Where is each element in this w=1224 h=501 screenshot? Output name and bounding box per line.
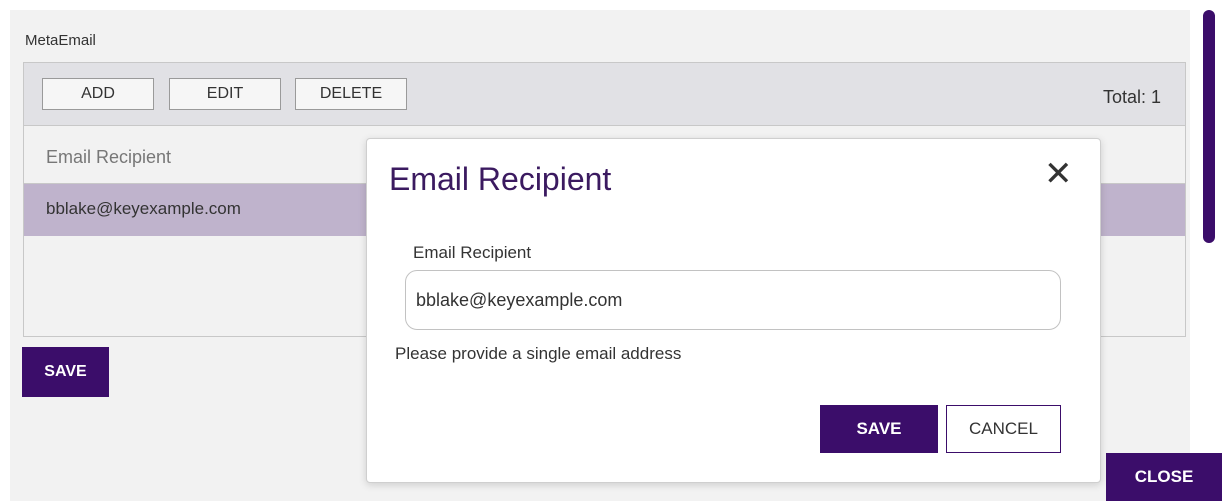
- email-recipient-dialog: Email Recipient ✕ Email Recipient Please…: [366, 138, 1101, 483]
- grid-toolbar: ADD EDIT DELETE Total: 1: [24, 63, 1185, 126]
- total-count: Total: 1: [1102, 87, 1161, 107]
- dialog-save-button[interactable]: SAVE: [820, 405, 938, 453]
- close-button[interactable]: CLOSE: [1106, 453, 1222, 501]
- save-button[interactable]: SAVE: [22, 347, 109, 397]
- email-field[interactable]: [405, 270, 1061, 330]
- edit-button[interactable]: EDIT: [169, 78, 281, 110]
- scrollbar[interactable]: [1203, 10, 1215, 243]
- field-help-text: Please provide a single email address: [395, 344, 682, 363]
- close-icon[interactable]: ✕: [1038, 153, 1078, 194]
- dialog-cancel-button[interactable]: CANCEL: [946, 405, 1061, 453]
- row-email: bblake@keyexample.com: [46, 199, 241, 218]
- section-title: MetaEmail: [25, 32, 96, 49]
- field-label: Email Recipient: [413, 243, 532, 262]
- delete-button[interactable]: DELETE: [295, 78, 407, 110]
- column-header-label: Email Recipient: [46, 147, 172, 167]
- dialog-title: Email Recipient: [389, 161, 612, 197]
- add-button[interactable]: ADD: [42, 78, 154, 110]
